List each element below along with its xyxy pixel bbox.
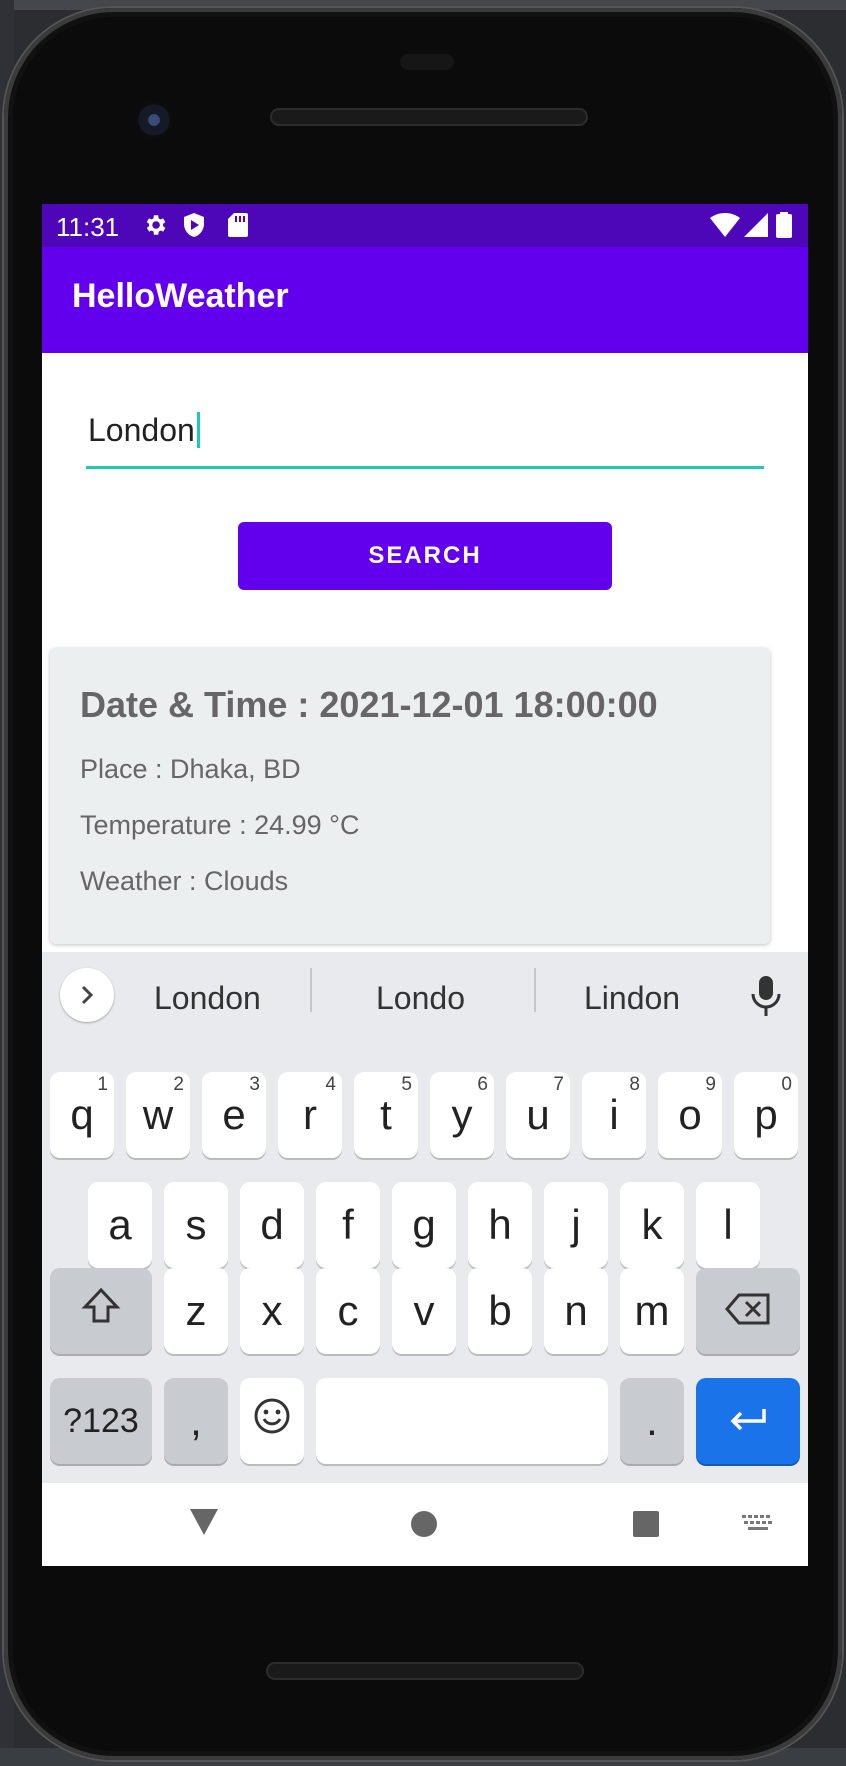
backspace-key[interactable] — [696, 1268, 800, 1354]
key-label: e — [222, 1091, 246, 1138]
weather-label: Weather : Clouds — [80, 866, 289, 896]
key-hint: 1 — [97, 1074, 108, 1095]
navigation-bar — [42, 1483, 808, 1566]
key-label: t — [380, 1091, 392, 1138]
suggestion-2[interactable]: Londo — [376, 980, 465, 1017]
signal-icon — [744, 212, 768, 238]
home-icon[interactable] — [410, 1510, 438, 1543]
sd-card-icon — [228, 212, 248, 238]
status-bar: 11:31 — [42, 204, 808, 247]
comma-key[interactable]: , — [164, 1378, 228, 1464]
bottom-speaker — [266, 1662, 584, 1680]
enter-key[interactable] — [696, 1378, 800, 1464]
chevron-right-icon[interactable] — [60, 968, 114, 1022]
keyboard-icon[interactable] — [742, 1515, 774, 1538]
suggestion-1[interactable]: London — [154, 980, 261, 1017]
key-a[interactable]: a — [88, 1182, 152, 1268]
mic-icon[interactable] — [748, 974, 784, 1018]
suggestion-3[interactable]: Lindon — [584, 980, 680, 1017]
key-label: q — [70, 1091, 94, 1138]
key-q[interactable]: q1 — [50, 1072, 114, 1158]
key-hint: 5 — [401, 1074, 412, 1095]
battery-icon — [776, 212, 792, 238]
app-bar: HelloWeather — [42, 247, 808, 353]
key-r[interactable]: r4 — [278, 1072, 342, 1158]
shift-icon — [81, 1287, 121, 1335]
key-d[interactable]: d — [240, 1182, 304, 1268]
key-t[interactable]: t5 — [354, 1072, 418, 1158]
key-l[interactable]: l — [696, 1182, 760, 1268]
key-label: i — [609, 1091, 619, 1138]
key-x[interactable]: x — [240, 1268, 304, 1354]
search-button[interactable]: SEARCH — [238, 522, 612, 590]
key-y[interactable]: y6 — [430, 1072, 494, 1158]
key-hint: 4 — [325, 1074, 336, 1095]
key-label: p — [754, 1091, 778, 1138]
key-hint: 6 — [477, 1074, 488, 1095]
key-c[interactable]: c — [316, 1268, 380, 1354]
key-label: y — [451, 1091, 473, 1138]
key-v[interactable]: v — [392, 1268, 456, 1354]
city-input-value: London — [88, 412, 200, 448]
key-label: o — [678, 1091, 702, 1138]
enter-icon — [728, 1397, 768, 1445]
key-hint: 9 — [705, 1074, 716, 1095]
key-n[interactable]: n — [544, 1268, 608, 1354]
device-screen: 11:31 HelloWeather London SEARCH Date & … — [42, 204, 808, 1566]
key-hint: 8 — [629, 1074, 640, 1095]
backspace-icon — [725, 1287, 771, 1335]
key-z[interactable]: z — [164, 1268, 228, 1354]
key-e[interactable]: e3 — [202, 1072, 266, 1158]
datetime-label: Date & Time : 2021-12-01 18:00:00 — [80, 684, 658, 725]
key-i[interactable]: i8 — [582, 1072, 646, 1158]
key-b[interactable]: b — [468, 1268, 532, 1354]
key-h[interactable]: h — [468, 1182, 532, 1268]
key-g[interactable]: g — [392, 1182, 456, 1268]
earpiece-speaker — [270, 108, 588, 126]
settings-icon — [142, 212, 168, 238]
key-hint: 7 — [553, 1074, 564, 1095]
symbols-key[interactable]: ?123 — [50, 1378, 152, 1464]
shield-icon — [182, 212, 206, 238]
space-key[interactable] — [316, 1378, 608, 1464]
shift-key[interactable] — [50, 1268, 152, 1354]
key-p[interactable]: p0 — [734, 1072, 798, 1158]
key-label: w — [142, 1091, 174, 1138]
suggestion-divider — [310, 968, 312, 1012]
back-icon[interactable] — [188, 1507, 220, 1542]
suggestion-divider — [534, 968, 536, 1012]
emoji-icon — [253, 1397, 291, 1445]
weather-card: Date & Time : 2021-12-01 18:00:00 Place … — [50, 648, 770, 944]
key-label: u — [526, 1091, 550, 1138]
recents-icon[interactable] — [632, 1510, 660, 1543]
city-input[interactable]: London — [86, 404, 764, 469]
key-s[interactable]: s — [164, 1182, 228, 1268]
place-label: Place : Dhaka, BD — [80, 754, 301, 784]
key-f[interactable]: f — [316, 1182, 380, 1268]
status-time: 11:31 — [56, 212, 120, 242]
app-title: HelloWeather — [72, 277, 289, 315]
key-hint: 2 — [173, 1074, 184, 1095]
key-k[interactable]: k — [620, 1182, 684, 1268]
soft-keyboard: London Londo Lindon q1w2e3r4t5y6u7i8o9p0… — [42, 952, 808, 1483]
proximity-sensor — [400, 54, 454, 70]
front-camera-icon — [136, 102, 172, 138]
key-label: r — [303, 1091, 317, 1138]
key-hint: 3 — [249, 1074, 260, 1095]
key-j[interactable]: j — [544, 1182, 608, 1268]
key-m[interactable]: m — [620, 1268, 684, 1354]
key-hint: 0 — [781, 1074, 792, 1095]
wifi-icon — [710, 212, 740, 238]
temperature-label: Temperature : 24.99 °C — [80, 810, 360, 840]
period-key[interactable]: . — [620, 1378, 684, 1464]
emoji-key[interactable] — [240, 1378, 304, 1464]
key-u[interactable]: u7 — [506, 1072, 570, 1158]
key-w[interactable]: w2 — [126, 1072, 190, 1158]
key-o[interactable]: o9 — [658, 1072, 722, 1158]
